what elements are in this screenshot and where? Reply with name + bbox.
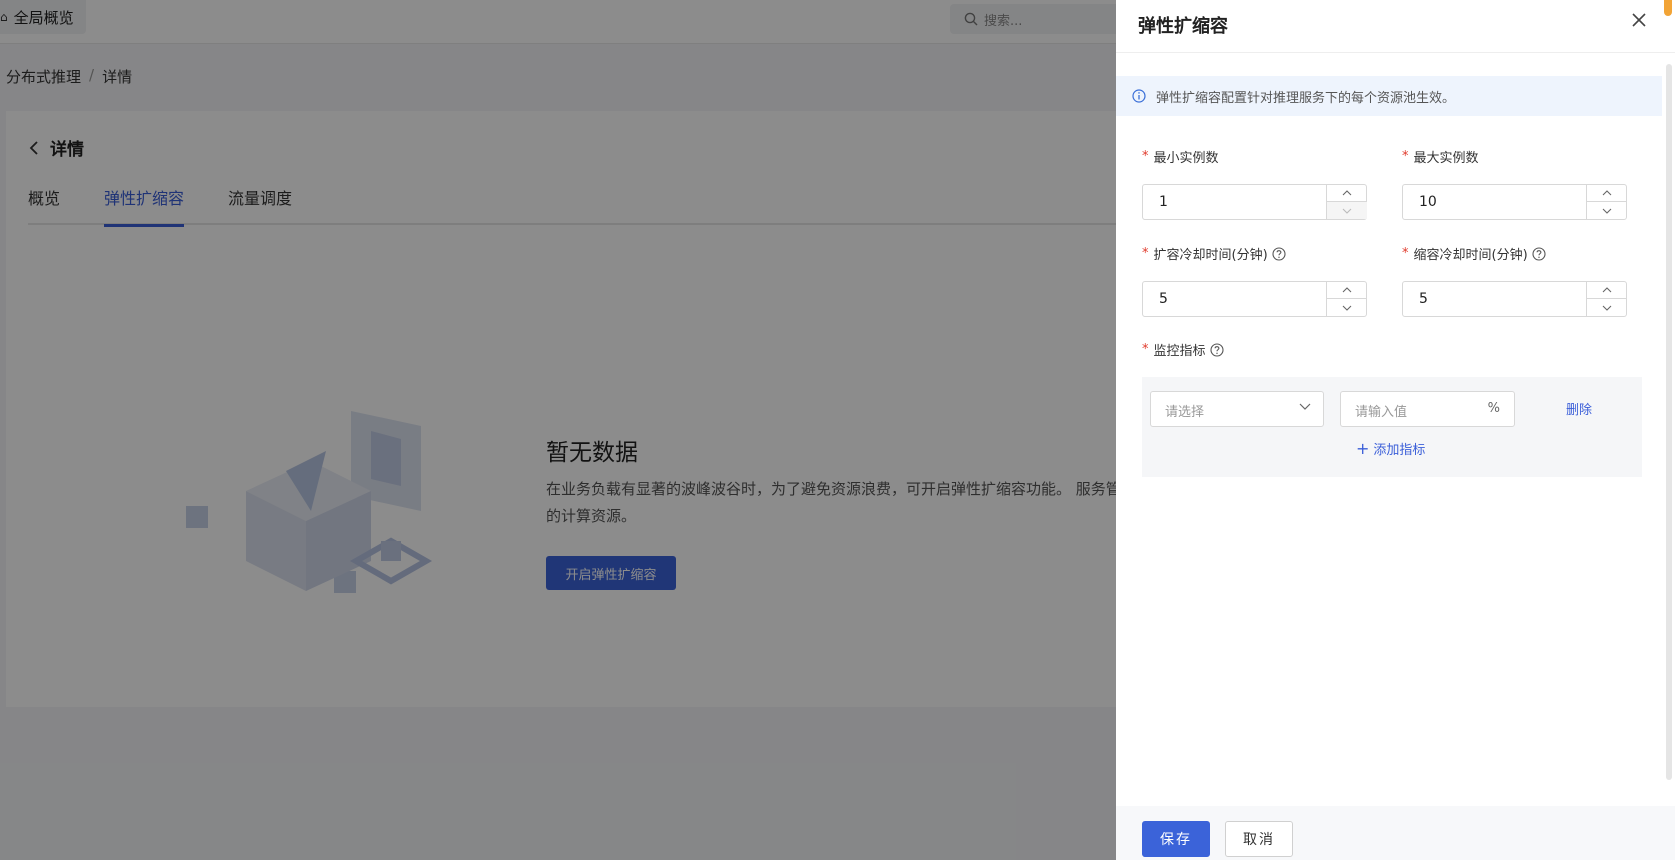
required-mark: * — [1142, 342, 1149, 357]
help-icon[interactable] — [1532, 246, 1546, 261]
autoscaling-drawer: 弹性扩缩容 弹性扩缩容配置针对推理服务下的每个资源池生效。 * 最小实例数 1 — [1116, 0, 1675, 860]
scale-in-cooldown-label-text: 缩容冷却时间(分钟) — [1413, 248, 1528, 263]
max-instances-increment[interactable] — [1587, 185, 1627, 202]
required-mark: * — [1142, 149, 1149, 164]
cancel-button[interactable]: 取消 — [1225, 821, 1293, 857]
metric-value-input[interactable]: 请输入值 % — [1340, 391, 1515, 427]
chevron-up-icon — [1342, 287, 1352, 293]
metric-select-placeholder: 请选择 — [1165, 405, 1205, 420]
scale-out-cooldown-input[interactable]: 5 — [1142, 281, 1367, 317]
scale-out-cooldown-decrement[interactable] — [1327, 299, 1367, 316]
chevron-up-icon — [1602, 287, 1612, 293]
min-instances-increment[interactable] — [1327, 185, 1367, 202]
chevron-down-icon — [1342, 208, 1352, 214]
metric-list: 请选择 请输入值 % 删除 + 添加指标 — [1142, 377, 1642, 477]
scale-out-cooldown-increment[interactable] — [1327, 282, 1367, 299]
chevron-down-icon — [1602, 305, 1612, 311]
min-instances-input[interactable]: 1 — [1142, 184, 1367, 220]
scale-in-cooldown-decrement[interactable] — [1587, 299, 1627, 316]
min-instances-value: 1 — [1159, 194, 1168, 210]
max-instances-value: 10 — [1419, 194, 1437, 210]
max-instances-decrement[interactable] — [1587, 202, 1627, 219]
close-button[interactable] — [1628, 10, 1650, 32]
add-metric-link[interactable]: + 添加指标 — [1356, 439, 1426, 459]
required-mark: * — [1402, 149, 1409, 164]
scale-out-cooldown-value: 5 — [1159, 291, 1168, 307]
delete-metric-link[interactable]: 删除 — [1566, 399, 1592, 418]
info-alert: 弹性扩缩容配置针对推理服务下的每个资源池生效。 — [1116, 76, 1662, 116]
chevron-up-icon — [1342, 190, 1352, 196]
min-instances-label-text: 最小实例数 — [1153, 151, 1219, 166]
drawer-footer: 保存 取消 — [1116, 806, 1675, 860]
max-instances-label-text: 最大实例数 — [1413, 151, 1479, 166]
scale-out-cooldown-stepper — [1326, 282, 1367, 316]
chevron-up-icon — [1602, 190, 1612, 196]
help-icon[interactable] — [1209, 342, 1224, 357]
required-mark: * — [1402, 246, 1409, 261]
scale-in-cooldown-label: * 缩容冷却时间(分钟) — [1402, 244, 1546, 263]
metric-select[interactable]: 请选择 — [1150, 391, 1324, 427]
required-mark: * — [1142, 246, 1149, 261]
monitor-metric-label: * 监控指标 — [1142, 340, 1224, 359]
max-instances-stepper — [1586, 185, 1627, 219]
drawer-divider — [1116, 52, 1675, 53]
chevron-down-icon — [1299, 403, 1311, 410]
plus-icon: + — [1356, 439, 1370, 458]
scale-in-cooldown-value: 5 — [1419, 291, 1428, 307]
close-icon — [1632, 12, 1646, 27]
max-instances-input[interactable]: 10 — [1402, 184, 1627, 220]
scale-in-cooldown-stepper — [1586, 282, 1627, 316]
percent-unit: % — [1487, 401, 1500, 416]
info-text: 弹性扩缩容配置针对推理服务下的每个资源池生效。 — [1156, 90, 1456, 106]
max-instances-label: * 最大实例数 — [1402, 147, 1479, 166]
scale-in-cooldown-increment[interactable] — [1587, 282, 1627, 299]
drawer-title: 弹性扩缩容 — [1138, 16, 1228, 37]
help-icon[interactable] — [1272, 246, 1286, 261]
save-button[interactable]: 保存 — [1142, 821, 1210, 857]
scale-out-cooldown-label-text: 扩容冷却时间(分钟) — [1153, 248, 1268, 263]
min-instances-decrement[interactable] — [1327, 202, 1367, 219]
scale-in-cooldown-input[interactable]: 5 — [1402, 281, 1627, 317]
chevron-down-icon — [1602, 208, 1612, 214]
min-instances-label: * 最小实例数 — [1142, 147, 1219, 166]
scroll-marker — [1664, 0, 1672, 16]
chevron-down-icon — [1342, 305, 1352, 311]
scrollbar[interactable] — [1666, 64, 1672, 780]
info-icon — [1132, 89, 1146, 103]
min-instances-stepper — [1326, 185, 1367, 219]
monitor-metric-label-text: 监控指标 — [1153, 344, 1206, 359]
scale-out-cooldown-label: * 扩容冷却时间(分钟) — [1142, 244, 1286, 263]
metric-value-placeholder: 请输入值 — [1355, 405, 1408, 420]
add-metric-label: 添加指标 — [1373, 443, 1426, 458]
